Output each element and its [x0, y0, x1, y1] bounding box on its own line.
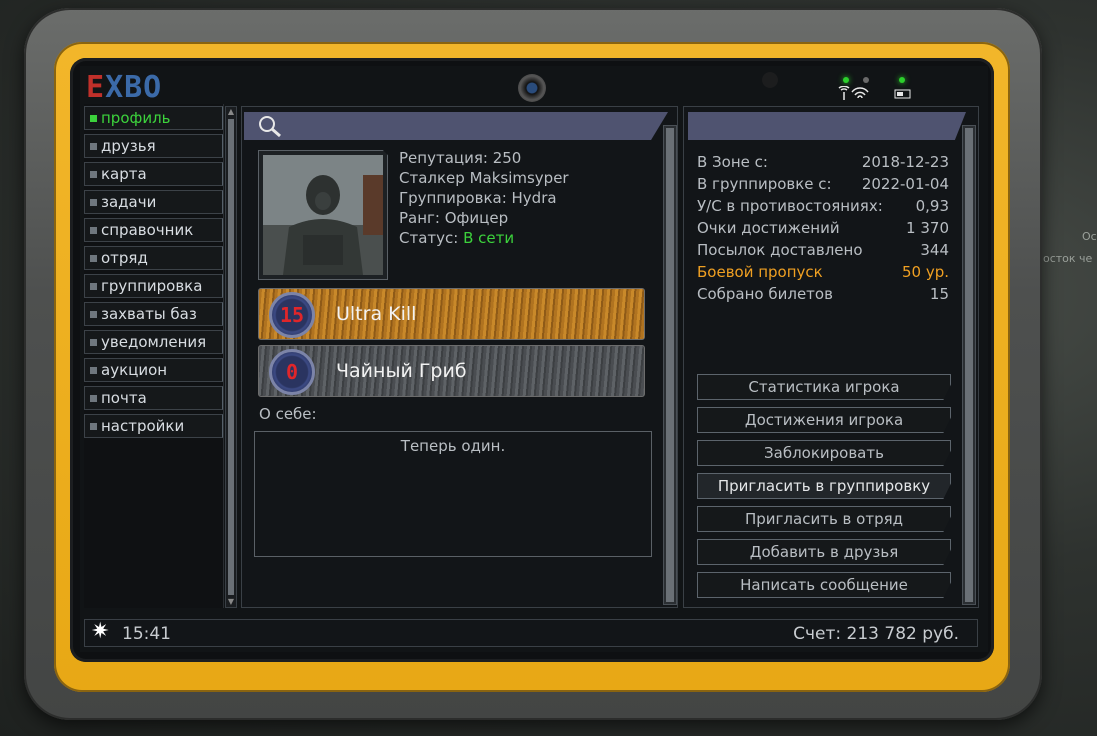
- player-achievements-button[interactable]: Достижения игрока: [697, 407, 951, 433]
- stat-row-tickets-collected: Собрано билетов 15: [697, 285, 949, 303]
- sensor-icon: [762, 72, 778, 88]
- achievement-card[interactable]: 0 Чайный Гриб: [258, 345, 645, 397]
- invite-to-squad-button[interactable]: Пригласить в отряд: [697, 506, 951, 532]
- stat-row-in-zone-since: В Зоне с: 2018-12-23: [697, 153, 949, 171]
- stat-row-parcels-delivered: Посылок доставлено 344: [697, 241, 949, 259]
- block-player-button[interactable]: Заблокировать: [697, 440, 951, 466]
- sidebar-item-friends[interactable]: друзья: [84, 134, 223, 158]
- status-led: [863, 77, 869, 83]
- status-text: Статус: В сети: [399, 229, 515, 247]
- scroll-down-icon[interactable]: ▼: [226, 597, 236, 607]
- sidebar-item-settings[interactable]: настройки: [84, 414, 223, 438]
- stat-row-achievement-points: Очки достижений 1 370: [697, 219, 949, 237]
- battery-icon: [894, 89, 911, 99]
- sidebar-item-base-captures[interactable]: захваты баз: [84, 302, 223, 326]
- sidebar-item-notifications[interactable]: уведомления: [84, 330, 223, 354]
- about-label: О себе:: [259, 405, 317, 423]
- scrollbar-thumb[interactable]: [666, 128, 674, 602]
- achievement-badge-icon: 0: [269, 349, 315, 395]
- avatar: [258, 150, 388, 280]
- sidebar-item-squad[interactable]: отряд: [84, 246, 223, 270]
- faction-text: Группировка: Hydra: [399, 189, 557, 207]
- rank-text: Ранг: Офицер: [399, 209, 509, 227]
- background-text: Ос: [1082, 230, 1097, 243]
- avatar-image: [263, 155, 383, 275]
- stats-scrollbar[interactable]: [962, 125, 976, 605]
- status-led: [843, 77, 849, 83]
- send-message-button[interactable]: Написать сообщение: [697, 572, 951, 598]
- stalker-name-text: Сталкер Maksimsyper: [399, 169, 569, 187]
- achievement-badge-icon: 15: [269, 292, 315, 338]
- stats-panel-header: [688, 112, 966, 140]
- sidebar-menu: профиль друзья карта задачи справочник о…: [84, 106, 224, 442]
- signal-icon: [838, 86, 869, 100]
- profile-panel-header: [244, 112, 668, 140]
- sidebar-item-profile[interactable]: профиль: [84, 106, 223, 130]
- sidebar-item-handbook[interactable]: справочник: [84, 218, 223, 242]
- account-balance: Счет: 213 782 руб.: [793, 624, 959, 644]
- scrollbar-thumb[interactable]: [228, 119, 234, 595]
- achievement-title: Ultra Kill: [336, 303, 417, 325]
- status-led: [899, 77, 905, 83]
- stat-row-kd-ratio: У/С в противостояниях: 0,93: [697, 197, 949, 215]
- scroll-up-icon[interactable]: ▲: [226, 107, 236, 117]
- online-status-badge: В сети: [463, 229, 515, 247]
- scrollbar-thumb[interactable]: [965, 128, 973, 602]
- sidebar-scrollbar[interactable]: ▲ ▼: [225, 106, 237, 608]
- sidebar-item-tasks[interactable]: задачи: [84, 190, 223, 214]
- profile-scrollbar[interactable]: [663, 125, 677, 605]
- sidebar-item-faction[interactable]: группировка: [84, 274, 223, 298]
- invite-to-faction-button[interactable]: Пригласить в группировку: [697, 473, 951, 499]
- app-logo: EXBO: [86, 70, 163, 105]
- search-icon[interactable]: [256, 113, 284, 139]
- camera-icon: [518, 74, 546, 102]
- reputation-text: Репутация: 250: [399, 149, 522, 167]
- sidebar-item-auction[interactable]: аукцион: [84, 358, 223, 382]
- about-text: Теперь один.: [400, 437, 506, 455]
- sun-icon: ✷: [91, 619, 110, 644]
- stat-row-battle-pass: Боевой пропуск 50 ур.: [697, 263, 949, 281]
- about-textbox[interactable]: Теперь один.: [254, 431, 652, 557]
- achievement-title: Чайный Гриб: [336, 360, 467, 382]
- stat-row-in-faction-since: В группировке с: 2022-01-04: [697, 175, 949, 193]
- clock-time: 15:41: [122, 624, 171, 644]
- sidebar-item-map[interactable]: карта: [84, 162, 223, 186]
- player-stats-button[interactable]: Статистика игрока: [697, 374, 951, 400]
- background-text: осток че: [1043, 252, 1093, 265]
- achievement-card[interactable]: 15 Ultra Kill: [258, 288, 645, 340]
- sidebar-item-mail[interactable]: почта: [84, 386, 223, 410]
- add-friend-button[interactable]: Добавить в друзья: [697, 539, 951, 565]
